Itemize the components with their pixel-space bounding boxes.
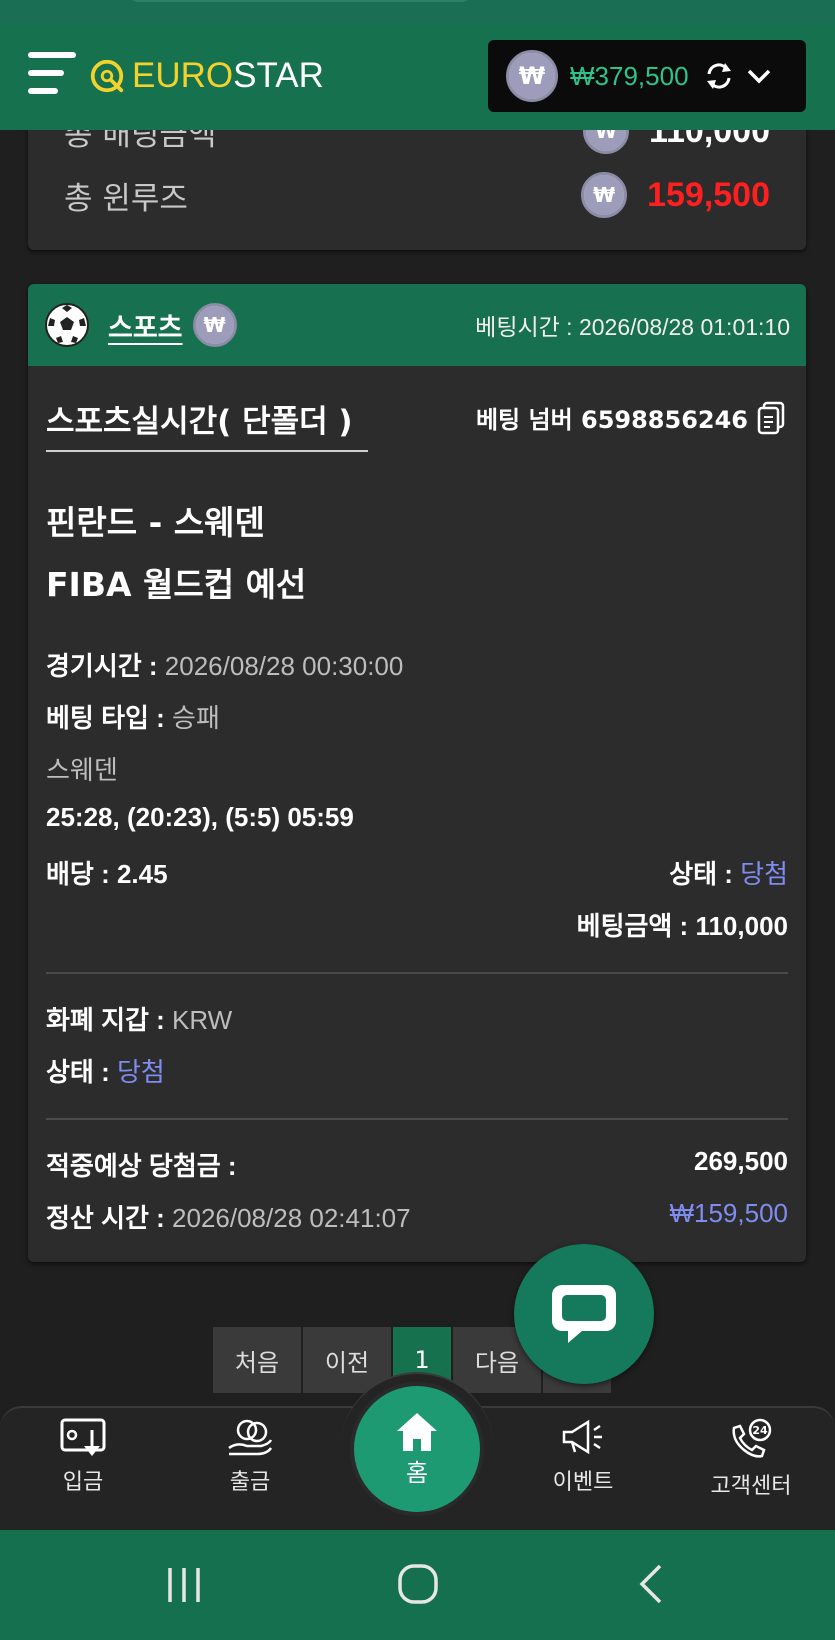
status2-row: 상태 : 당첨	[46, 1052, 788, 1089]
nav-home-label: 홈	[405, 1458, 429, 1487]
status-label: 상태 :	[669, 859, 733, 889]
nav-support[interactable]: 24 고객센터	[686, 1418, 816, 1500]
svg-text:24: 24	[752, 1424, 768, 1437]
android-nav-bar	[0, 1530, 835, 1640]
currency-value: KRW	[172, 1005, 233, 1035]
chevron-down-icon[interactable]	[745, 62, 773, 90]
bet-title: 스포츠실시간( 단폴더 )	[46, 404, 353, 440]
megaphone-icon	[562, 1419, 602, 1455]
bet-type-row: 베팅 타입 : 승패	[46, 698, 788, 735]
settle-label: 정산 시간 :	[46, 1203, 165, 1233]
nav-event[interactable]: 이벤트	[518, 1418, 648, 1496]
header-layer: EURO STAR ₩ ₩379,500	[0, 24, 835, 130]
recent-apps-icon[interactable]	[160, 1560, 208, 1608]
betting-time: 베팅시간 : 2026/08/28 01:01:10	[475, 314, 790, 340]
nav-withdraw[interactable]: 출금	[185, 1418, 315, 1496]
won-coin-icon: ₩	[192, 303, 237, 347]
home-icon	[397, 1412, 437, 1451]
bet-number: 베팅 넘버 6598856246	[476, 400, 786, 435]
soccer-ball-icon	[45, 303, 89, 347]
match-teams: 핀란드 - 스웨덴	[46, 503, 265, 542]
pick-row: 스웨덴	[46, 750, 788, 787]
won-coin-icon: ₩	[581, 172, 628, 218]
status2-value: 당첨	[116, 1057, 165, 1087]
bet-amount: 베팅금액 : 110,000	[576, 911, 788, 941]
bet-number-text: 베팅 넘버 6598856246	[475, 406, 748, 434]
back-icon[interactable]	[628, 1560, 676, 1608]
refresh-icon[interactable]	[703, 60, 735, 92]
logo-star: STAR	[233, 56, 324, 95]
android-home-icon[interactable]	[394, 1560, 442, 1608]
nav-deposit[interactable]: 입금	[18, 1418, 148, 1496]
bet-type-value: 승패	[172, 703, 220, 733]
settle-time: 2026/08/28 02:41:07	[172, 1203, 411, 1233]
odds-value: 배당 : 2.45	[46, 859, 168, 889]
status-bar	[0, 0, 835, 24]
bet-card: 스포츠 ₩ 베팅시간 : 2026/08/28 01:01:10 스포츠실시간(…	[28, 284, 806, 1262]
status2-label: 상태 :	[46, 1057, 110, 1087]
chat-button[interactable]	[514, 1244, 654, 1384]
page-first-button[interactable]: 처음	[212, 1326, 302, 1394]
game-time-value: 2026/08/28 00:30:00	[164, 651, 404, 681]
nav-deposit-label: 입금	[62, 1470, 104, 1495]
logo-euro: EURO	[132, 56, 234, 95]
pick-value: 스웨덴	[46, 755, 118, 785]
logo-q-icon	[90, 59, 124, 93]
nav-event-label: 이벤트	[552, 1470, 614, 1495]
currency-label: 화폐 지갑 :	[46, 1005, 165, 1035]
expected-row: 적중예상 당첨금 :	[46, 1146, 788, 1183]
divider	[46, 1118, 788, 1120]
wallet-balance: ₩379,500	[570, 60, 689, 91]
status-row: 상태 : 당첨	[669, 854, 788, 891]
logo[interactable]: EUROSTAR	[88, 54, 324, 98]
currency-row: 화폐 지갑 : KRW	[46, 1000, 788, 1037]
profit-value: ₩159,500	[669, 1198, 788, 1228]
divider	[46, 972, 788, 974]
expected-value: 269,500	[694, 1146, 788, 1176]
total-winlose-label: 총 윈루즈	[64, 180, 188, 217]
title-underline	[46, 450, 368, 452]
nav-home[interactable]: 홈	[354, 1386, 480, 1512]
game-time-label: 경기시간 :	[46, 651, 158, 681]
score-value: 25:28, (20:23), (5:5) 05:59	[46, 802, 354, 832]
hamburger-icon[interactable]	[28, 50, 78, 100]
league-name: FIBA 월드컵 예선	[46, 565, 307, 604]
total-winlose-row: 총 윈루즈 ₩ 159,500	[64, 170, 770, 220]
summary-card: 총 배팅금액 ₩ 110,000 총 윈루즈 ₩ 159,500	[28, 108, 806, 250]
deposit-icon	[60, 1418, 106, 1456]
expected-label: 적중예상 당첨금 :	[46, 1151, 237, 1181]
bet-type-label: 베팅 타입 :	[46, 703, 165, 733]
withdraw-icon	[228, 1419, 273, 1456]
score-row: 25:28, (20:23), (5:5) 05:59	[46, 802, 788, 833]
phone-24-icon: 24	[732, 1418, 772, 1458]
game-time-row: 경기시간 : 2026/08/28 00:30:00	[46, 646, 788, 683]
page: EUROSTAR ₩ ₩379,500 총 배팅금액 ₩ 110,000	[0, 0, 835, 1640]
nav-withdraw-label: 출금	[229, 1470, 271, 1495]
bet-card-header: 스포츠 ₩ 베팅시간 : 2026/08/28 01:01:10	[28, 284, 806, 366]
nav-support-label: 고객센터	[710, 1474, 792, 1499]
status-value: 당첨	[740, 859, 788, 889]
total-winlose-value: 159,500	[647, 175, 770, 214]
chat-icon	[552, 1285, 616, 1343]
sport-label[interactable]: 스포츠	[108, 306, 183, 345]
won-coin-icon: ₩	[506, 50, 558, 102]
copy-icon[interactable]	[756, 401, 786, 435]
wallet-button[interactable]: ₩ ₩379,500	[488, 40, 806, 112]
